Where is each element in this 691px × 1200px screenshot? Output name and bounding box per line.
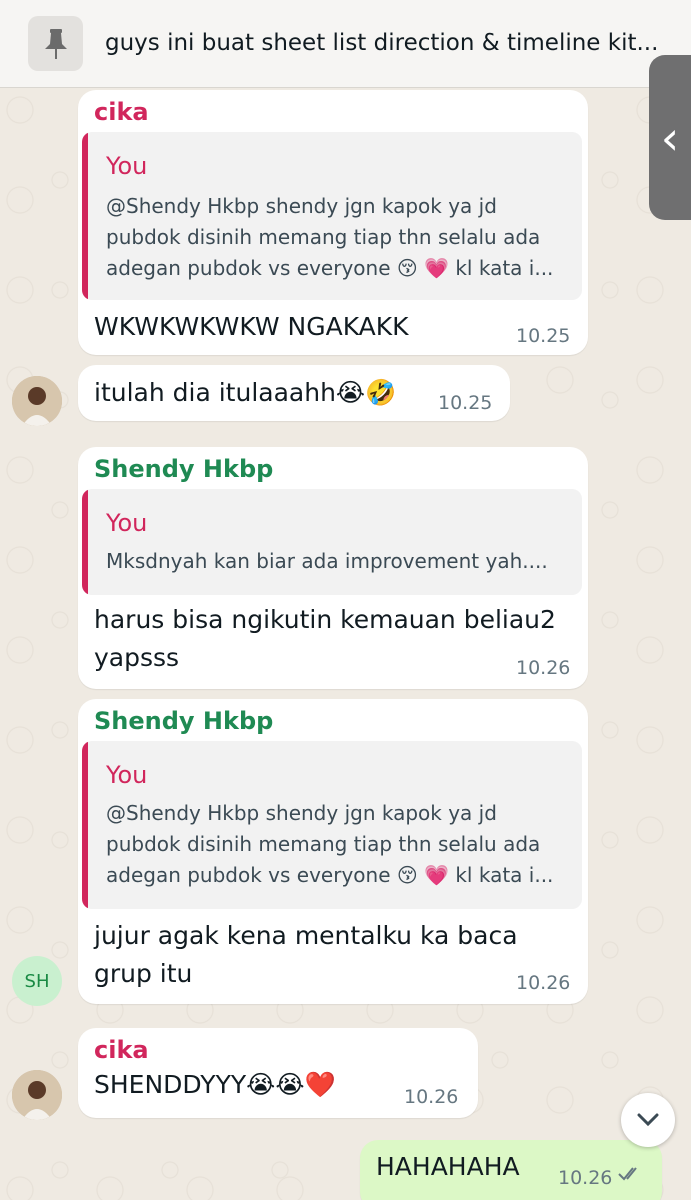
message-time: 10.26: [516, 657, 571, 679]
sender-name: Shendy Hkbp: [94, 455, 274, 483]
message-text: WKWKWKWKW NGAKAKK: [94, 312, 409, 341]
quote-author: You: [106, 761, 148, 789]
quote-line: pubdok disinih memang tiap thn selalu ad…: [106, 832, 541, 856]
message-bubble[interactable]: cika SHENDDYYY😭😭❤️ 10.26: [78, 1028, 478, 1118]
message-bubble[interactable]: Shendy Hkbp You @Shendy Hkbp shendy jgn …: [78, 699, 588, 1004]
quoted-message[interactable]: You @Shendy Hkbp shendy jgn kapok ya jd …: [82, 741, 582, 909]
message-text: itulah dia itulaaahh😭🤣: [94, 378, 397, 407]
quote-author: You: [106, 152, 148, 180]
avatar[interactable]: SH: [12, 956, 62, 1006]
chevron-down-icon: [637, 1113, 659, 1127]
message-text: yapsss: [94, 643, 180, 672]
message-text: HAHAHAHA: [376, 1152, 520, 1181]
side-panel-tab[interactable]: ‹: [649, 55, 691, 220]
quote-line: @Shendy Hkbp shendy jgn kapok ya jd: [106, 801, 497, 825]
quote-line: pubdok disinih memang tiap thn selalu ad…: [106, 225, 541, 249]
message-text: SHENDDYYY😭😭❤️: [94, 1070, 336, 1099]
message-time: 10.25: [438, 392, 493, 414]
message-text: grup itu: [94, 959, 193, 988]
quote-line: adegan pubdok vs everyone 😚 💗 kl kata i.…: [106, 863, 554, 887]
quote-author: You: [106, 509, 148, 537]
message-time: 10.26: [558, 1167, 613, 1189]
double-check-icon: [618, 1166, 644, 1186]
avatar[interactable]: [12, 1070, 62, 1120]
message-bubble[interactable]: Shendy Hkbp You Mksdnyah kan biar ada im…: [78, 447, 588, 689]
quote-line: Mksdnyah kan biar ada improvement yah...…: [106, 549, 548, 573]
quoted-message[interactable]: You Mksdnyah kan biar ada improvement ya…: [82, 489, 582, 595]
message-text: jujur agak kena mentalku ka baca: [94, 921, 518, 950]
avatar[interactable]: [12, 376, 62, 426]
message-bubble[interactable]: cika You @Shendy Hkbp shendy jgn kapok y…: [78, 90, 588, 355]
chevron-left-icon: ‹: [660, 110, 680, 165]
sender-name: cika: [94, 98, 149, 126]
message-time: 10.26: [404, 1086, 459, 1108]
message-time: 10.25: [516, 325, 571, 347]
pinned-message-bar[interactable]: guys ini buat sheet list direction & tim…: [0, 0, 691, 88]
sender-name: Shendy Hkbp: [94, 707, 274, 735]
quote-line: @Shendy Hkbp shendy jgn kapok ya jd: [106, 194, 497, 218]
quoted-message[interactable]: You @Shendy Hkbp shendy jgn kapok ya jd …: [82, 132, 582, 300]
pinned-message-text: guys ini buat sheet list direction & tim…: [105, 30, 659, 56]
sender-name: cika: [94, 1036, 149, 1064]
pin-icon[interactable]: [28, 16, 83, 71]
scroll-to-bottom-button[interactable]: [621, 1093, 675, 1147]
message-text: harus bisa ngikutin kemauan beliau2: [94, 605, 556, 634]
quote-line: adegan pubdok vs everyone 😚 💗 kl kata i.…: [106, 256, 554, 280]
message-bubble-outgoing[interactable]: HAHAHAHA 10.26: [360, 1140, 662, 1200]
message-time: 10.26: [516, 972, 571, 994]
message-bubble[interactable]: itulah dia itulaaahh😭🤣 10.25: [78, 365, 510, 421]
